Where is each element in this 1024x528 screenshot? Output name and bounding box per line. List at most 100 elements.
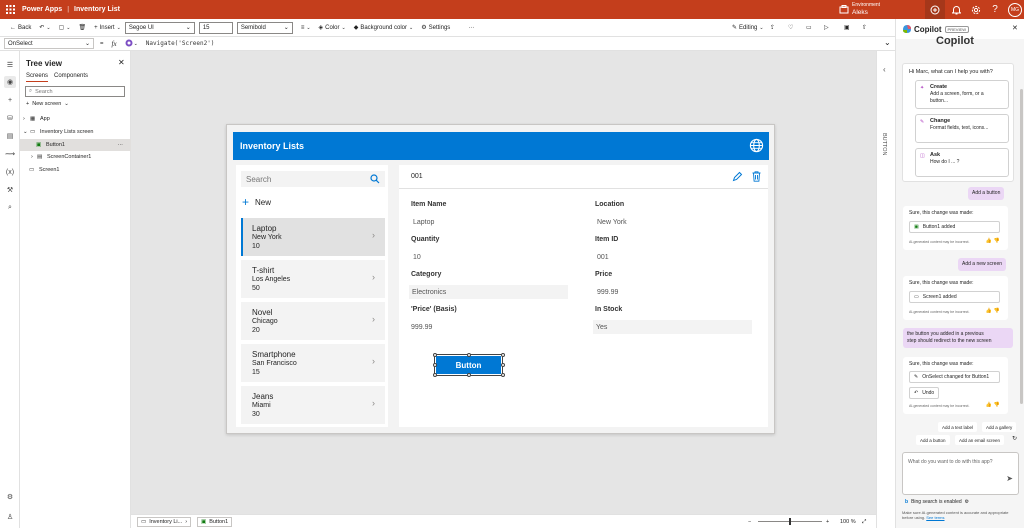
change-chip[interactable]: ✎ OnSelect changed for Button1 [909, 371, 1000, 383]
undo-button[interactable]: ↶ Undo [909, 387, 939, 399]
more-options-icon[interactable]: ··· [118, 142, 124, 148]
list-item[interactable]: Novel Chicago 20 › [241, 302, 385, 340]
in-stock-input[interactable]: Yes [593, 320, 752, 334]
tree-item-inventory-screen[interactable]: ⌄ ▭ Inventory Lists screen [20, 126, 131, 138]
tab-components[interactable]: Components [54, 73, 88, 82]
close-icon[interactable]: ✕ [1012, 24, 1018, 32]
suggestion-pill[interactable]: Add an email screen [955, 435, 1005, 445]
app-checker-button[interactable]: ♡ [784, 19, 797, 37]
more-commands-button[interactable]: ··· [464, 19, 478, 37]
new-screen-button[interactable]: + New screen ⌄ [26, 101, 69, 107]
resize-handle[interactable] [467, 353, 471, 357]
comments-button[interactable]: ▭ [802, 19, 816, 37]
control-tab[interactable]: ▣ Button1 [197, 517, 233, 527]
zoom-out-button[interactable]: − [745, 517, 754, 527]
tree-search-input[interactable]: ⌕ Search [25, 86, 125, 97]
resize-handle[interactable] [501, 373, 505, 377]
copilot-toggle-button[interactable] [925, 0, 945, 19]
location-input[interactable]: New York [595, 215, 627, 229]
scrollbar[interactable] [1020, 89, 1023, 404]
edit-icon[interactable] [732, 171, 743, 182]
chevron-left-icon[interactable]: ‹ [883, 65, 886, 74]
tree-item-screencontainer1[interactable]: › ▤ ScreenContainer1 [20, 151, 131, 163]
editing-mode-button[interactable]: ✎ Editing ⌄ [728, 19, 768, 37]
tree-view-icon[interactable]: ◉ [4, 76, 16, 88]
button1[interactable]: Button [434, 354, 503, 376]
list-item[interactable]: Laptop New York 10 › [241, 218, 385, 256]
app-launcher-icon[interactable] [6, 5, 15, 14]
font-weight-select[interactable]: Semibold ⌄ [236, 21, 293, 34]
trash-icon[interactable] [752, 171, 761, 182]
tree-item-app[interactable]: › ▦ App [20, 113, 131, 125]
share-button[interactable]: ⇪ [766, 19, 779, 37]
change-chip[interactable]: ▭ Screen1 added [909, 291, 1000, 303]
font-family-select[interactable]: Segoe UI ⌄ [124, 21, 195, 34]
settings-icon[interactable]: ⚙ [4, 491, 16, 503]
resize-handle[interactable] [467, 373, 471, 377]
resize-handle[interactable] [433, 363, 437, 367]
preview-button[interactable]: ▷ [820, 19, 833, 37]
ai-formula-button[interactable] [125, 39, 133, 49]
environment-picker[interactable]: Environment Aleks [852, 2, 880, 16]
data-icon[interactable]: ⛁ [4, 112, 16, 124]
delete-button[interactable]: 🗑 [74, 19, 90, 37]
avatar[interactable]: MG [1008, 3, 1022, 17]
color-button[interactable]: ◈ Color ⌄ [315, 19, 350, 37]
suggestion-pill[interactable]: Add a button [916, 435, 950, 445]
copilot-chat-input[interactable]: What do you want to do with this app? ➤ [902, 452, 1019, 495]
category-input[interactable]: Electronics [409, 285, 568, 299]
feedback-icons[interactable]: 👍👎 [986, 402, 1002, 408]
suggestion-change[interactable]: ✎ Change Format fields, text, icons... [915, 114, 1009, 143]
see-terms-link[interactable]: See terms [926, 515, 944, 520]
variables-icon[interactable]: (x) [4, 166, 16, 178]
feedback-icons[interactable]: 👍👎 [986, 308, 1002, 314]
list-item[interactable]: T-shirt Los Angeles 50 › [241, 260, 385, 298]
refresh-icon[interactable]: ↻ [1012, 435, 1017, 442]
help-button[interactable]: ? [985, 0, 1005, 19]
brand-name[interactable]: Power Apps [22, 6, 62, 13]
menu-icon[interactable]: ☰ [4, 59, 16, 71]
tree-item-screen1[interactable]: ▭ Screen1 [20, 164, 131, 176]
font-size-input[interactable]: 15 [198, 21, 233, 34]
list-item[interactable]: Jeans Miami 30 › [241, 386, 385, 424]
list-item[interactable]: Smartphone San Francisco 15 › [241, 344, 385, 382]
suggestion-pill[interactable]: Add a text label [938, 422, 978, 432]
copy-button[interactable]: ▢ ⌄ [55, 19, 75, 37]
search-icon[interactable]: ⌕ [4, 202, 16, 214]
resize-handle[interactable] [433, 373, 437, 377]
item-id-input[interactable]: 001 [595, 250, 609, 264]
resize-handle[interactable] [501, 353, 505, 357]
background-color-button[interactable]: ◆ Background color ⌄ [350, 19, 418, 37]
formula-input[interactable]: Navigate('Screen2') [146, 40, 215, 47]
quantity-input[interactable]: 10 [411, 250, 421, 264]
back-button[interactable]: ← Back [6, 19, 35, 37]
fit-to-screen-icon[interactable]: ⤢ [859, 517, 869, 527]
undo-button[interactable]: ↶ ⌄ [35, 19, 54, 37]
insert-button[interactable]: + Insert ⌄ [90, 19, 125, 37]
feedback-icons[interactable]: 👍👎 [986, 238, 1002, 244]
advanced-tools-icon[interactable]: ⚒ [4, 184, 16, 196]
price-basis-input[interactable]: 999.99 [409, 320, 432, 334]
publish-button[interactable]: ⇧ [858, 19, 871, 37]
tree-item-button1[interactable]: ▣ Button1 ··· [20, 139, 131, 151]
suggestion-pill[interactable]: Add a gallery [982, 422, 1017, 432]
virtual-agent-icon[interactable]: ♙ [4, 511, 16, 523]
zoom-in-button[interactable]: + [823, 517, 832, 527]
suggestion-ask[interactable]: ◫ Ask How do I ... ? [915, 148, 1009, 177]
globe-icon[interactable] [749, 138, 764, 153]
notifications-button[interactable] [946, 0, 966, 19]
gallery-search-input[interactable]: Search [241, 171, 385, 187]
item-name-input[interactable]: Laptop [411, 215, 434, 229]
screen-tab[interactable]: ▭ Inventory Li... › [137, 517, 192, 527]
save-button[interactable]: ▣ [840, 19, 854, 37]
settings-command[interactable]: ⚙ Settings [417, 19, 454, 37]
tab-screens[interactable]: Screens [26, 73, 49, 82]
resize-handle[interactable] [501, 363, 505, 367]
zoom-slider-thumb[interactable] [789, 518, 791, 525]
change-chip[interactable]: ▣ Button1 added [909, 221, 1000, 233]
price-input[interactable]: 999.99 [595, 285, 618, 299]
new-item-button[interactable]: + New [242, 195, 271, 209]
close-icon[interactable]: ✕ [118, 58, 125, 67]
settings-button[interactable] [966, 0, 986, 19]
resize-handle[interactable] [433, 353, 437, 357]
